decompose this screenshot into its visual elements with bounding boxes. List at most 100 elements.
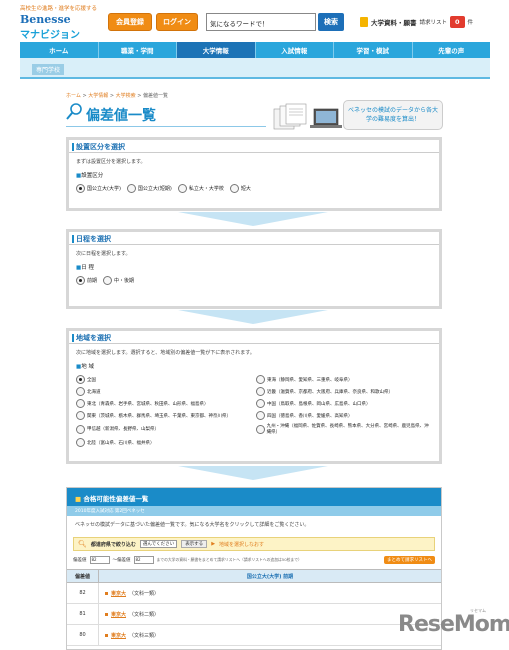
region-label: ■地 域 (76, 364, 94, 370)
bulk-add-button[interactable]: まとめて請求リストへ (384, 556, 435, 564)
dev-from-label: 偏差値 (73, 558, 87, 563)
promo-bubble: ベネッセの模試のデータから各大学の難易度を算出！ (343, 100, 443, 130)
region-panel: 地域を選択 次に地域を選択します。選択すると、地域別の偏差値一覧が下に表示されま… (66, 328, 442, 464)
schedule-heading: 日程を選択 (69, 232, 439, 245)
manavision-logo[interactable]: マナビジョン (20, 26, 80, 41)
dev-to-input[interactable]: 82 (133, 556, 154, 564)
region-option-kinki[interactable]: 近畿（滋賀県、京都府、大阪府、兵庫県、奈良県、和歌山県） (256, 387, 432, 396)
prefecture-select[interactable]: 選んでください (139, 540, 178, 548)
region-option-koshinetsu[interactable]: 甲信越（新潟県、長野県、山梨県） (76, 423, 252, 435)
resemom-watermark: ReseMom (398, 612, 509, 637)
radio-icon[interactable] (76, 411, 85, 420)
nav-university[interactable]: 大学情報 (177, 42, 256, 58)
search-icon: 🔍︎ (78, 540, 87, 548)
schedule-panel: 日程を選択 次に日程を選択します。 ■日 程 前期 中・後期 (66, 229, 442, 309)
radio-icon[interactable] (256, 424, 265, 434)
reselect-region-link[interactable]: 地域を選択しなおす (219, 541, 264, 548)
type-desc: まずは設置区分を選択します。 (76, 159, 146, 165)
type-panel: 設置区分を選択 まずは設置区分を選択します。 ■設置区分 国公立大(大学) 国公… (66, 137, 442, 211)
request-label: 大学資料・願書 (371, 19, 417, 27)
type-option-private[interactable]: 私立大・大学校 (177, 184, 224, 193)
type-options: 国公立大(大学) 国公立大(短期) 私立大・大学校 短大 (69, 179, 439, 198)
main-nav: ホーム 職業・学問 大学情報 入試情報 学習・模試 先輩の声 (20, 42, 490, 58)
dev-sep-label: 〜偏差値 (112, 558, 131, 563)
department-label: （文科三類） (129, 632, 160, 639)
breadcrumb-home[interactable]: ホーム (66, 93, 81, 99)
table-row: 81 東京大 （文科二類） (67, 604, 441, 625)
radio-icon[interactable] (256, 411, 265, 420)
schedule-option-late[interactable]: 中・後期 (103, 276, 134, 285)
results-table-header: 偏差値 国公立大(大学) 前期 (67, 569, 441, 583)
region-heading: 地域を選択 (69, 331, 439, 344)
step-arrow-2 (178, 310, 328, 324)
type-option-junior-college[interactable]: 短大 (229, 184, 251, 193)
request-count-badge: 0 (450, 16, 465, 28)
region-option-hokuriku[interactable]: 北陸（富山県、石川県、福井県） (76, 438, 252, 447)
radio-icon[interactable] (256, 399, 265, 408)
radio-selected-icon[interactable] (76, 375, 85, 384)
search-input[interactable]: 気になるワードで！ (206, 13, 316, 31)
university-link[interactable]: 東京大 (111, 632, 126, 639)
radio-icon[interactable] (76, 399, 85, 408)
site-tagline: 高校生の進路・進学を応援する (20, 6, 98, 12)
schedule-label: ■日 程 (76, 265, 94, 271)
nav-exam[interactable]: 入試情報 (256, 42, 334, 58)
radio-icon[interactable] (177, 184, 187, 193)
radio-icon[interactable] (103, 276, 113, 285)
login-button[interactable]: ログイン (156, 13, 198, 31)
magnifier-icon (66, 103, 82, 120)
row-deviation: 82 (67, 583, 99, 603)
benesse-logo[interactable]: Benesse (20, 13, 71, 26)
breadcrumb-search[interactable]: 大学検索 (116, 93, 136, 99)
type-option-national-junior[interactable]: 国公立大(短期) (126, 184, 172, 193)
document-icon (360, 17, 368, 27)
col-university: 国公立大(大学) 前期 (246, 573, 294, 580)
radio-icon[interactable] (229, 184, 239, 193)
documents-illustration (273, 103, 342, 130)
results-subheading: 2010年度入試対応 第2回ベネッセ (67, 506, 441, 516)
request-list-area[interactable]: 大学資料・願書 請求リスト 0 件 (360, 14, 473, 30)
request-count-unit: 件 (467, 20, 474, 26)
nav-study[interactable]: 学習・模試 (334, 42, 413, 58)
radio-icon[interactable] (76, 424, 85, 434)
radio-selected-icon[interactable] (76, 276, 85, 285)
nav-voices[interactable]: 先輩の声 (413, 42, 491, 58)
region-desc: 次に地域を選択します。選択すると、地域別の偏差値一覧が下に表示されます。 (76, 350, 255, 356)
sub-nav: 専門学校 (20, 58, 490, 79)
radio-icon[interactable] (76, 438, 85, 447)
region-option-chugoku[interactable]: 中国（鳥取県、島根県、岡山県、広島県、山口県） (256, 399, 432, 408)
region-option-hokkaido[interactable]: 北海道 (76, 387, 252, 396)
radio-icon[interactable] (256, 387, 265, 396)
region-options: 全国 東海（静岡県、愛知県、三重県、岐阜県） 北海道 近畿（滋賀県、京都府、大阪… (69, 370, 439, 452)
region-option-kanto[interactable]: 関東（茨城県、栃木県、群馬県、埼玉県、千葉県、東京都、神奈川県） (76, 411, 252, 420)
request-list-label: 請求リスト (419, 20, 448, 26)
type-option-national-univ[interactable]: 国公立大(大学) (76, 184, 121, 193)
region-option-tohoku[interactable]: 東北（青森県、岩手県、宮城県、秋田県、山形県、福島県） (76, 399, 252, 408)
radio-selected-icon[interactable] (76, 184, 85, 193)
type-label: ■設置区分 (76, 173, 104, 179)
search-button[interactable]: 検索 (318, 13, 344, 31)
region-option-tokai[interactable]: 東海（静岡県、愛知県、三重県、岐阜県） (256, 375, 432, 384)
table-row: 82 東京大 （文科一類） (67, 583, 441, 604)
radio-icon[interactable] (76, 387, 85, 396)
nav-jobs[interactable]: 職業・学問 (99, 42, 177, 58)
region-option-kyushu[interactable]: 九州・沖縄（福岡県、佐賀県、長崎県、熊本県、大分県、宮崎県、鹿児島県、沖縄県） (256, 423, 432, 435)
register-button[interactable]: 会員登録 (108, 13, 152, 31)
subnav-vocational[interactable]: 専門学校 (32, 64, 65, 75)
radio-icon[interactable] (256, 375, 265, 384)
filter-show-button[interactable]: 表示する (181, 540, 208, 548)
region-option-shikoku[interactable]: 四国（徳島県、香川県、愛媛県、高知県） (256, 411, 432, 420)
arrow-right-icon: ▶ (211, 541, 216, 547)
university-link[interactable]: 東京大 (111, 590, 126, 597)
breadcrumb-university[interactable]: 大学情報 (88, 93, 108, 99)
dev-hint: までの大学の資料・願書をまとめて請求リストへ（請求リストへの追加は50校まで） (156, 557, 302, 562)
department-label: （文科二類） (129, 611, 160, 618)
university-link[interactable]: 東京大 (111, 611, 126, 618)
radio-icon[interactable] (126, 184, 136, 193)
nav-home[interactable]: ホーム (20, 42, 99, 58)
bullet-icon (105, 612, 108, 616)
schedule-option-early[interactable]: 前期 (76, 276, 97, 285)
breadcrumb: ホーム > 大学情報 > 大学検索 > 偏差値一覧 (66, 93, 169, 99)
dev-from-input[interactable]: 82 (89, 556, 110, 564)
region-option-all[interactable]: 全国 (76, 375, 252, 384)
